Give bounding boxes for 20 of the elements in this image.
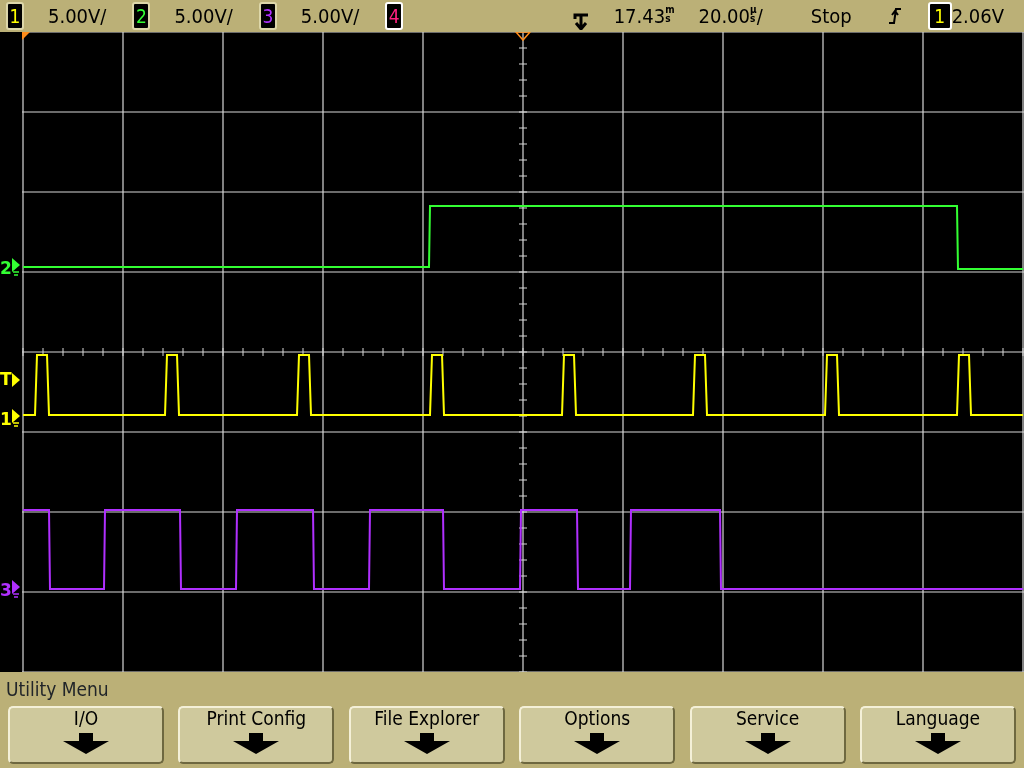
softkey-button[interactable]: Print Config [178,706,335,764]
trigger-level: 2.06V [951,3,1004,30]
trigger-point-icon [514,32,532,42]
rising-edge-icon [887,6,902,26]
softkey-button[interactable]: I/O [8,706,164,764]
menu-title: Utility Menu [6,678,109,700]
softkey-button[interactable]: Language [859,706,1016,764]
channel-scale: 5.00V/ [48,3,107,30]
channel-number-badge[interactable]: 4 [385,2,404,30]
softkey-button[interactable]: Service [689,706,846,764]
run-state: Stop [810,3,852,30]
channel-scale: 5.00V/ [174,3,233,30]
channel-scale: 5.00V/ [300,3,360,30]
softkey-button[interactable]: File Explorer [348,706,505,764]
arrow-down-icon [61,732,111,755]
trigger-source-badge[interactable]: 1 [927,2,952,30]
channel-number-badge[interactable]: 3 [258,2,277,30]
channel-number-badge[interactable]: 1 [6,2,24,30]
channel-number-badge[interactable]: 2 [132,2,151,30]
softkey-button[interactable]: Options [519,706,676,764]
